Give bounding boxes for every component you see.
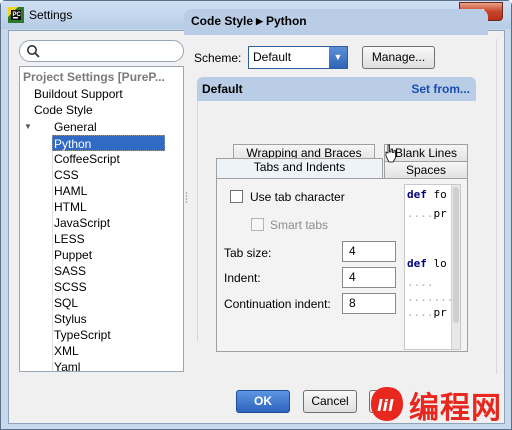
cancel-button[interactable]: Cancel: [303, 390, 357, 413]
chevron-down-icon[interactable]: ▼: [329, 47, 347, 68]
scheme-dropdown[interactable]: Default ▼: [248, 46, 348, 69]
preview-line: ....: [407, 276, 434, 289]
tree-item-sql[interactable]: SQL: [54, 295, 78, 311]
search-field[interactable]: [19, 40, 184, 62]
watermark-text: 编程网: [409, 391, 502, 426]
mouse-cursor-icon: [385, 144, 396, 163]
tree-item-javascript[interactable]: JavaScript: [54, 215, 110, 231]
tree-item-general[interactable]: General: [54, 119, 97, 135]
code-preview: def fo ....pr def lo .... ........ ....p…: [404, 184, 461, 350]
tab-tabs-and-indents[interactable]: Tabs and Indents: [216, 158, 383, 178]
scheme-label: Scheme:: [194, 51, 242, 65]
use-tab-character-label[interactable]: Use tab character: [250, 190, 345, 204]
tree-scrollbar[interactable]: [183, 67, 184, 371]
use-tab-character-checkbox[interactable]: [230, 190, 243, 203]
continuation-indent-label: Continuation indent:: [224, 297, 331, 311]
tree-item-stylus[interactable]: Stylus: [54, 311, 87, 327]
pycharm-app-icon: PC: [8, 7, 24, 23]
preview-line: ....pr: [407, 306, 447, 319]
indent-input[interactable]: 4: [342, 267, 396, 288]
settings-tree: Project Settings [PureP... Buildout Supp…: [19, 66, 184, 372]
tree-item-buildout-support[interactable]: Buildout Support: [34, 86, 123, 102]
tree-guide-line: [52, 147, 53, 371]
tree-item-haml[interactable]: HAML: [54, 183, 87, 199]
tree-item-css[interactable]: CSS: [54, 167, 79, 183]
section-title: Default: [202, 82, 243, 96]
set-from-link[interactable]: Set from...: [411, 82, 470, 96]
tree-item-puppet[interactable]: Puppet: [54, 247, 92, 263]
preview-scrollbar-thumb[interactable]: [453, 187, 459, 323]
scheme-value: Default: [253, 50, 292, 64]
breadcrumb-current: Python: [265, 14, 307, 28]
preview-line: def fo: [407, 188, 447, 201]
right-edge-divider: [496, 39, 497, 374]
breadcrumb-parent: Code Style: [191, 14, 254, 28]
preview-scrollbar[interactable]: [451, 185, 460, 349]
breadcrumb-separator-icon: ▶: [256, 16, 263, 26]
ok-button[interactable]: OK: [236, 390, 290, 413]
preview-line: ....pr: [407, 207, 447, 220]
svg-text:PC: PC: [13, 12, 22, 18]
manage-button[interactable]: Manage...: [362, 46, 435, 69]
tree-item-typescript[interactable]: TypeScript: [54, 327, 111, 343]
tree-item-scss[interactable]: SCSS: [54, 279, 87, 295]
tree-header-project-settings[interactable]: Project Settings [PureP...: [23, 70, 171, 84]
watermark-logo-icon: lil: [371, 387, 403, 421]
tree-item-html[interactable]: HTML: [54, 199, 87, 215]
breadcrumb: Code Style ▶ Python: [191, 14, 307, 28]
smart-tabs-checkbox[interactable]: [251, 218, 264, 231]
scheme-section-header: Default Set from...: [197, 77, 476, 101]
window-title: Settings: [29, 8, 73, 22]
svg-text:lil: lil: [377, 396, 394, 415]
tree-item-yaml[interactable]: Yaml: [54, 359, 80, 371]
tab-size-label: Tab size:: [224, 246, 272, 260]
indent-label: Indent:: [224, 271, 261, 285]
tree-item-xml[interactable]: XML: [54, 343, 79, 359]
continuation-indent-input[interactable]: 8: [342, 293, 396, 314]
search-icon: [27, 45, 40, 58]
tree-item-less[interactable]: LESS: [54, 231, 85, 247]
site-watermark: lil 编程网: [369, 381, 512, 430]
tree-item-python[interactable]: Python: [52, 135, 165, 151]
expand-arrow-icon[interactable]: ▼: [24, 122, 32, 131]
smart-tabs-label[interactable]: Smart tabs: [270, 218, 328, 232]
settings-window: PC Settings x Project Settings [PureP...…: [0, 0, 512, 430]
tree-item-code-style[interactable]: Code Style: [34, 102, 93, 118]
splitter-handle[interactable]: [185, 191, 188, 205]
settings-header: Code Style ▶ Python: [184, 9, 488, 35]
tab-size-input[interactable]: 4: [342, 241, 396, 262]
tree-item-sass[interactable]: SASS: [54, 263, 86, 279]
preview-line: def lo: [407, 257, 447, 270]
tree-item-coffeescript[interactable]: CoffeeScript: [54, 151, 120, 167]
